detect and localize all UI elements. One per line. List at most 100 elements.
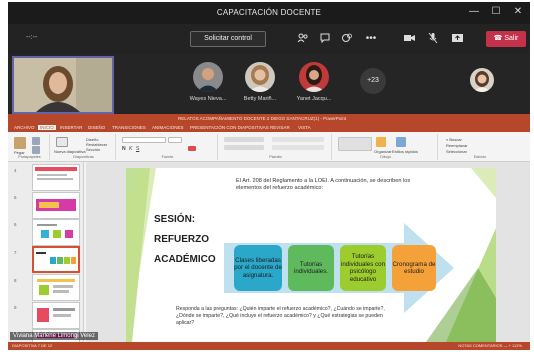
cut-icon[interactable] xyxy=(32,137,40,145)
tab-diseno[interactable]: DISEÑO xyxy=(88,125,105,130)
thumb-number: 4 xyxy=(14,168,17,173)
bold-icon[interactable]: N xyxy=(122,146,126,152)
new-slide-label[interactable]: Nueva diapositiva xyxy=(54,149,86,154)
participant-name: Betty Mariñ... xyxy=(243,96,277,102)
arrange-label[interactable]: Organizar xyxy=(374,149,392,154)
ribbon-group-drawing: Organizar Estilos rápidos Dibujo xyxy=(334,134,438,160)
thumb-number: 5 xyxy=(14,195,17,200)
slide-thumbnail[interactable] xyxy=(32,274,80,301)
chat-icon[interactable] xyxy=(318,32,332,46)
italic-icon[interactable]: K xyxy=(129,146,132,152)
ribbon-group-label: Fuente xyxy=(161,155,174,159)
thumb-number: 8 xyxy=(14,278,17,283)
maximize-icon[interactable]: ☐ xyxy=(488,5,504,19)
title-bar: CAPACITACIÓN DOCENTE — ☐ ✕ xyxy=(8,2,530,24)
tab-presentacion[interactable]: PRESENTACIÓN CON DIAPOSITIVAS xyxy=(190,125,269,130)
close-icon[interactable]: ✕ xyxy=(510,5,526,19)
thumb-number: 7 xyxy=(14,250,17,255)
teams-meeting-window: CAPACITACIÓN DOCENTE — ☐ ✕ --:-- Solicit… xyxy=(8,2,530,350)
participant-name: Wayes Nieva... xyxy=(189,96,227,102)
ppt-title-bar: RELATOS ACOMPAÑAMIENTO DOCENTE 2 DIEGO S… xyxy=(8,114,530,124)
ribbon-group-label: Portapapeles xyxy=(18,155,41,159)
minimize-icon[interactable]: — xyxy=(466,5,482,19)
ribbon-group-font: N K S Fuente xyxy=(118,134,218,160)
arrange-icon[interactable] xyxy=(376,137,386,147)
presenter-video[interactable] xyxy=(12,56,114,114)
participants-icon[interactable] xyxy=(296,32,310,46)
view-zoom-controls[interactable]: NOTAS COMENTARIOS — + 112% xyxy=(458,343,522,348)
new-slide-icon[interactable] xyxy=(56,137,68,147)
section-label[interactable]: Sección xyxy=(86,147,100,152)
avatar xyxy=(299,62,329,92)
ribbon-group-slides: Nueva diapositiva Diseño Restablecer Sec… xyxy=(52,134,116,160)
slide-heading-line: SESIÓN: xyxy=(154,214,196,225)
slide-thumbnail[interactable] xyxy=(32,192,80,219)
participant-tile[interactable]: Betty Mariñ... xyxy=(240,62,280,102)
align-icon[interactable] xyxy=(224,145,264,150)
quick-styles-icon[interactable] xyxy=(396,137,406,147)
slide-thumbnail[interactable] xyxy=(32,302,80,329)
tab-vista[interactable]: VISTA xyxy=(298,125,311,130)
slide-thumbnails-panel: 4 5 6 7 8 9 10 xyxy=(8,162,84,343)
process-box: Cronograma de estudio xyxy=(392,245,436,291)
participant-tile[interactable] xyxy=(462,68,502,92)
ribbon-group-label: Dibujo xyxy=(380,155,391,159)
more-options-icon[interactable]: ••• xyxy=(364,32,378,46)
font-color-icon[interactable] xyxy=(188,146,196,151)
underline-icon[interactable]: S xyxy=(136,146,139,152)
avatar xyxy=(470,68,494,92)
request-control-button[interactable]: Solicitar control xyxy=(190,31,266,47)
participants-strip: Wayes Nieva... Betty Mariñ... Yanet Jacq… xyxy=(8,54,530,114)
slide-editor: El Art. 208 del Reglamento a la LOEI. A … xyxy=(86,162,530,342)
ribbon-group-editing: ⌕ Buscar Reemplazar Seleccionar Edición xyxy=(440,134,520,160)
tab-inicio[interactable]: INICIO xyxy=(38,125,56,130)
process-box: Tutorías individuales con psicólogo educ… xyxy=(340,245,386,291)
slide-thumbnail[interactable] xyxy=(32,219,80,246)
participant-name: Yanet Jacqu... xyxy=(296,96,332,102)
leave-button[interactable]: ☎ Salir xyxy=(486,31,526,47)
text-direction-icon[interactable] xyxy=(272,137,324,142)
font-size-select[interactable] xyxy=(168,137,182,143)
slide-thumbnail-selected[interactable] xyxy=(32,246,80,273)
phone-icon: ☎ xyxy=(493,35,505,42)
smartart-icon[interactable] xyxy=(272,145,324,150)
avatar xyxy=(245,62,275,92)
ribbon-group-clipboard: Pegar Portapapeles xyxy=(10,134,50,160)
tab-animaciones[interactable]: ANIMACIONES xyxy=(152,125,184,130)
ppt-title: RELATOS ACOMPAÑAMIENTO DOCENTE 2 DIEGO S… xyxy=(178,116,347,121)
participant-tile[interactable]: Wayes Nieva... xyxy=(188,62,228,102)
share-screen-icon[interactable] xyxy=(450,32,464,46)
process-box: Tutorías individuales. xyxy=(288,245,334,291)
meeting-timer: --:-- xyxy=(26,34,38,41)
slide-thumbnail[interactable] xyxy=(32,164,80,191)
search-button[interactable]: ⌕ Buscar xyxy=(446,137,462,142)
tab-archivo[interactable]: ARCHIVO xyxy=(14,125,35,130)
current-slide[interactable]: El Art. 208 del Reglamento a la LOEI. A … xyxy=(126,168,496,342)
reactions-icon[interactable] xyxy=(340,32,354,46)
ppt-status-bar: DIAPOSITIVA 7 DE 12 NOTAS COMENTARIOS — … xyxy=(8,342,530,350)
slide-question-text: Responda a las preguntas: ¿Quién imparte… xyxy=(176,306,385,326)
font-name-select[interactable] xyxy=(122,137,166,143)
slide-counter: DIAPOSITIVA 7 DE 12 xyxy=(12,343,53,348)
meeting-toolbar: --:-- Solicitar control ••• ☎ Salir xyxy=(8,24,530,54)
slide-heading-line: REFUERZO xyxy=(154,234,209,245)
copy-icon[interactable] xyxy=(32,146,40,154)
replace-button[interactable]: Reemplazar xyxy=(446,143,468,148)
participant-tile[interactable]: Yanet Jacqu... xyxy=(294,62,334,102)
list-icon[interactable] xyxy=(224,137,264,142)
shapes-gallery[interactable] xyxy=(338,137,372,151)
paste-icon[interactable] xyxy=(14,137,26,149)
ribbon-group-label: Párrafo xyxy=(269,155,282,159)
camera-icon[interactable] xyxy=(402,32,416,46)
tab-insertar[interactable]: INSERTAR xyxy=(60,125,82,130)
slide-heading-line: ACADÉMICO xyxy=(154,254,216,265)
select-button[interactable]: Seleccionar xyxy=(446,149,467,154)
thumb-number: 9 xyxy=(14,305,17,310)
tab-transiciones[interactable]: TRANSICIONES xyxy=(112,125,146,130)
shared-screen-powerpoint: RELATOS ACOMPAÑAMIENTO DOCENTE 2 DIEGO S… xyxy=(8,114,530,350)
microphone-icon[interactable] xyxy=(426,32,440,46)
more-participants-badge[interactable]: +23 xyxy=(360,68,386,94)
ribbon: Pegar Portapapeles Nueva diapositiva Dis… xyxy=(8,132,530,162)
quick-styles-label[interactable]: Estilos rápidos xyxy=(392,149,418,154)
tab-revisar[interactable]: REVISAR xyxy=(270,125,290,130)
